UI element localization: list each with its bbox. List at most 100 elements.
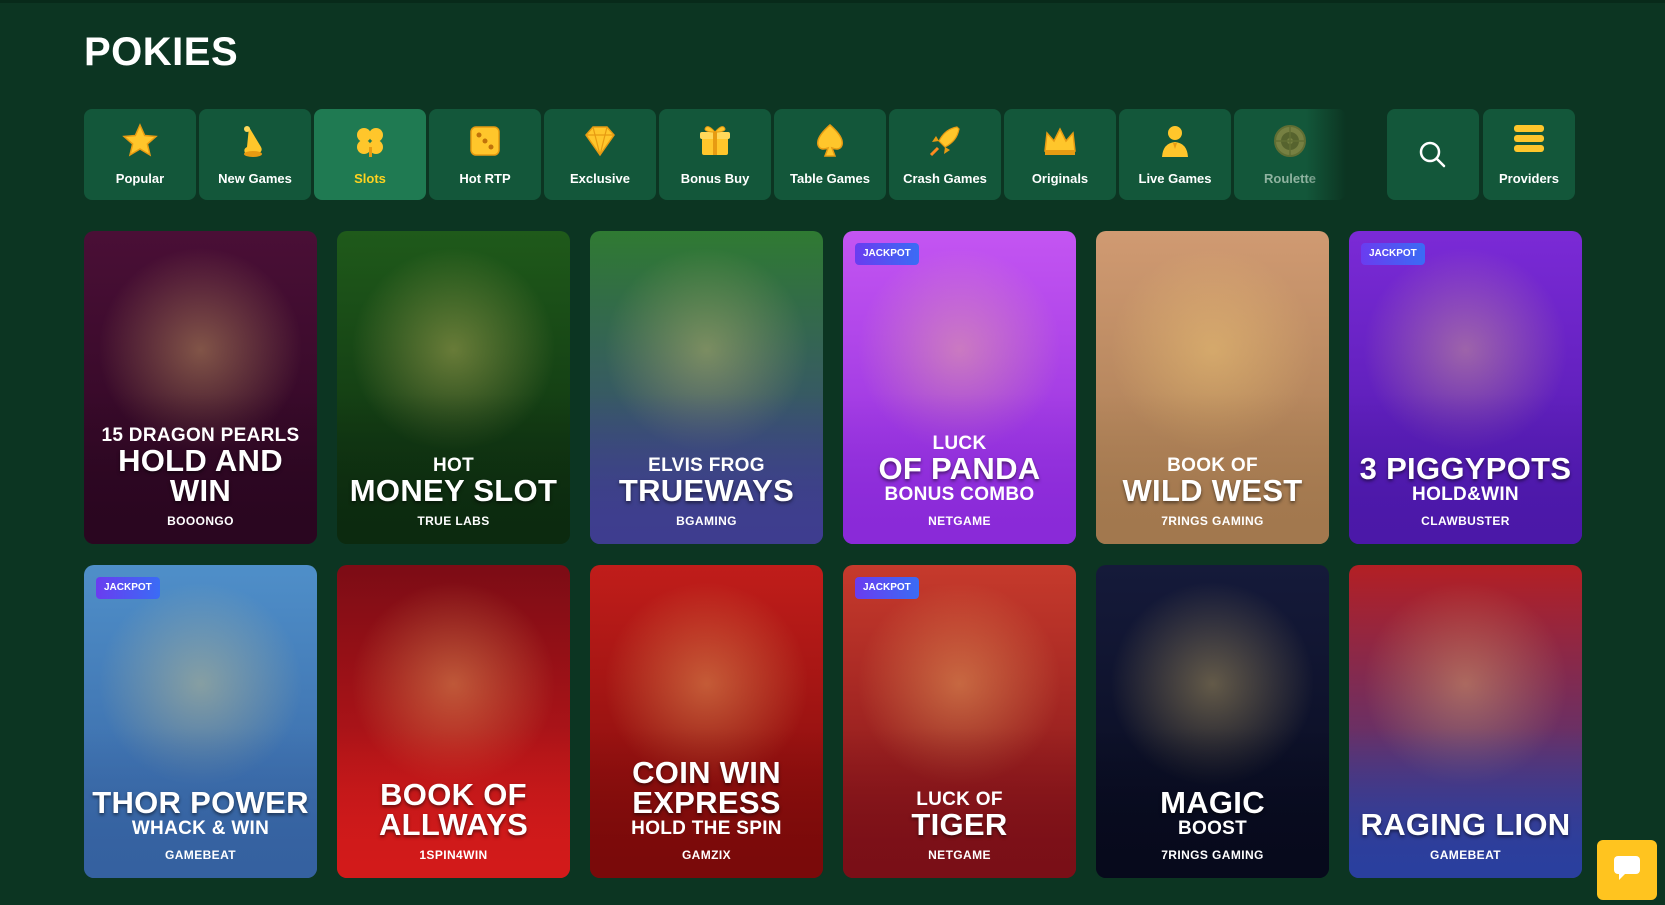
game-card[interactable]: MAGIC BOOST 7RINGS GAMING — [1096, 565, 1329, 878]
game-title-block: HOT MONEY SLOT TRUE LABS — [337, 455, 570, 528]
star-icon-wrap — [120, 121, 160, 161]
game-title-block: ELVIS FROG TRUEWAYS BGAMING — [590, 455, 823, 528]
game-card[interactable]: BOOK OF ALLWAYS 1SPIN4WIN — [337, 565, 570, 878]
stack-icon-wrap — [1509, 119, 1549, 159]
tab-hot-rtp[interactable]: Hot RTP — [429, 109, 541, 200]
tab-label: Popular — [115, 171, 165, 186]
game-title: COIN WIN EXPRESS — [632, 755, 781, 820]
tab-label: Crash Games — [903, 171, 987, 186]
game-provider: CLAWBUSTER — [1421, 514, 1510, 528]
gift-icon — [700, 126, 730, 155]
tab-new-games[interactable]: New Games — [199, 109, 311, 200]
tab-slots[interactable]: Slots — [314, 109, 426, 200]
dealer-icon — [1162, 126, 1188, 157]
game-card[interactable]: RAGING LION GAMEBEAT — [1349, 565, 1582, 878]
game-title-block: MAGIC BOOST 7RINGS GAMING — [1096, 785, 1329, 862]
tab-crash-games[interactable]: Crash Games — [889, 109, 1001, 200]
game-title-block: LUCK OF PANDA BONUS COMBO NETGAME — [843, 433, 1076, 528]
clover-icon — [357, 128, 383, 157]
chat-button[interactable] — [1597, 840, 1657, 900]
game-title-block: LUCK OF TIGER NETGAME — [843, 789, 1076, 862]
rocket-icon — [929, 126, 960, 157]
jackpot-badge: JACKPOT — [855, 243, 919, 265]
diamond-icon — [585, 126, 615, 157]
game-subtitle: HOLD THE SPIN — [631, 818, 782, 839]
providers-button[interactable]: Providers — [1483, 109, 1575, 200]
rocket-icon-wrap — [925, 121, 965, 161]
crown-icon — [1044, 127, 1076, 155]
game-card[interactable]: JACKPOT THOR POWER WHACK & WIN GAMEBEAT — [84, 565, 317, 878]
spade-icon-wrap — [810, 121, 850, 161]
game-provider: GAMEBEAT — [165, 848, 236, 862]
tab-live-games[interactable]: Live Games — [1119, 109, 1231, 200]
game-subtitle: BOOST — [1177, 818, 1248, 839]
dice-icon-wrap — [465, 121, 505, 161]
search-icon-wrap — [1413, 135, 1453, 175]
game-card[interactable]: JACKPOT LUCK OF PANDA BONUS COMBO NETGAME — [843, 231, 1076, 544]
game-provider: GAMEBEAT — [1430, 848, 1501, 862]
game-title: MONEY SLOT — [349, 473, 558, 508]
game-title: HOLD AND WIN — [118, 443, 283, 508]
bell-icon-wrap — [235, 121, 275, 161]
game-subtitle: BONUS COMBO — [884, 484, 1035, 505]
game-provider: GAMZIX — [681, 848, 732, 862]
spade-icon — [817, 124, 843, 157]
roulette-icon-wrap — [1270, 121, 1310, 161]
jackpot-badge: JACKPOT — [96, 577, 160, 599]
game-title: MAGIC — [1160, 785, 1265, 820]
roulette-icon — [1274, 125, 1306, 157]
game-card[interactable]: 15 DRAGON PEARLS HOLD AND WIN BOOONGO — [84, 231, 317, 544]
tab-exclusive[interactable]: Exclusive — [544, 109, 656, 200]
search-button[interactable] — [1387, 109, 1479, 200]
game-title: TIGER — [911, 807, 1008, 842]
stack-icon — [1514, 125, 1544, 152]
providers-label: Providers — [1499, 171, 1559, 186]
tab-label: New Games — [218, 171, 292, 186]
game-title: BOOK OF ALLWAYS — [378, 777, 529, 842]
page-title: POKIES — [84, 30, 239, 74]
dealer-icon-wrap — [1155, 121, 1195, 161]
clover-icon-wrap — [350, 121, 390, 161]
tab-table-games[interactable]: Table Games — [774, 109, 886, 200]
game-card[interactable]: JACKPOT 3 PIGGYPOTS HOLD&WIN CLAWBUSTER — [1349, 231, 1582, 544]
game-card[interactable]: JACKPOT LUCK OF TIGER NETGAME — [843, 565, 1076, 878]
tab-roulette[interactable]: Roulette — [1234, 109, 1346, 200]
game-title: TRUEWAYS — [618, 473, 795, 508]
game-provider: NETGAME — [928, 848, 991, 862]
tab-label: Hot RTP — [459, 171, 511, 186]
game-provider: 1SPIN4WIN — [419, 848, 488, 862]
game-title-block: BOOK OF ALLWAYS 1SPIN4WIN — [337, 777, 570, 862]
game-title-block: THOR POWER WHACK & WIN GAMEBEAT — [84, 785, 317, 862]
jackpot-badge: JACKPOT — [855, 577, 919, 599]
tab-label: Live Games — [1138, 171, 1212, 186]
bell-icon — [244, 126, 262, 157]
tab-label: Table Games — [790, 171, 870, 186]
game-title-block: 3 PIGGYPOTS HOLD&WIN CLAWBUSTER — [1349, 453, 1582, 528]
game-provider: 7RINGS GAMING — [1161, 848, 1264, 862]
game-card[interactable]: ELVIS FROG TRUEWAYS BGAMING — [590, 231, 823, 544]
game-card[interactable]: HOT MONEY SLOT TRUE LABS — [337, 231, 570, 544]
game-title: OF PANDA — [878, 451, 1041, 486]
game-title: RAGING LION — [1360, 807, 1571, 842]
game-provider: BOOONGO — [167, 514, 234, 528]
game-title-block: 15 DRAGON PEARLS HOLD AND WIN BOOONGO — [84, 425, 317, 528]
diamond-icon-wrap — [580, 121, 620, 161]
tab-popular[interactable]: Popular — [84, 109, 196, 200]
tab-bonus-buy[interactable]: Bonus Buy — [659, 109, 771, 200]
game-title-block: BOOK OF WILD WEST 7RINGS GAMING — [1096, 455, 1329, 528]
gift-icon-wrap — [695, 121, 735, 161]
game-title: THOR POWER — [92, 785, 309, 820]
chat-bubble-icon — [1614, 856, 1640, 880]
game-provider: 7RINGS GAMING — [1161, 514, 1264, 528]
top-border — [0, 0, 1665, 3]
game-title-block: RAGING LION GAMEBEAT — [1349, 807, 1582, 862]
dice-icon — [470, 126, 500, 156]
tab-label: Originals — [1031, 171, 1089, 186]
game-card[interactable]: COIN WIN EXPRESS HOLD THE SPIN GAMZIX — [590, 565, 823, 878]
game-subtitle: HOLD&WIN — [1412, 484, 1519, 505]
tab-label: Roulette — [1264, 171, 1316, 186]
game-provider: NETGAME — [928, 514, 991, 528]
tab-originals[interactable]: Originals — [1004, 109, 1116, 200]
game-provider: TRUE LABS — [417, 514, 490, 528]
game-card[interactable]: BOOK OF WILD WEST 7RINGS GAMING — [1096, 231, 1329, 544]
